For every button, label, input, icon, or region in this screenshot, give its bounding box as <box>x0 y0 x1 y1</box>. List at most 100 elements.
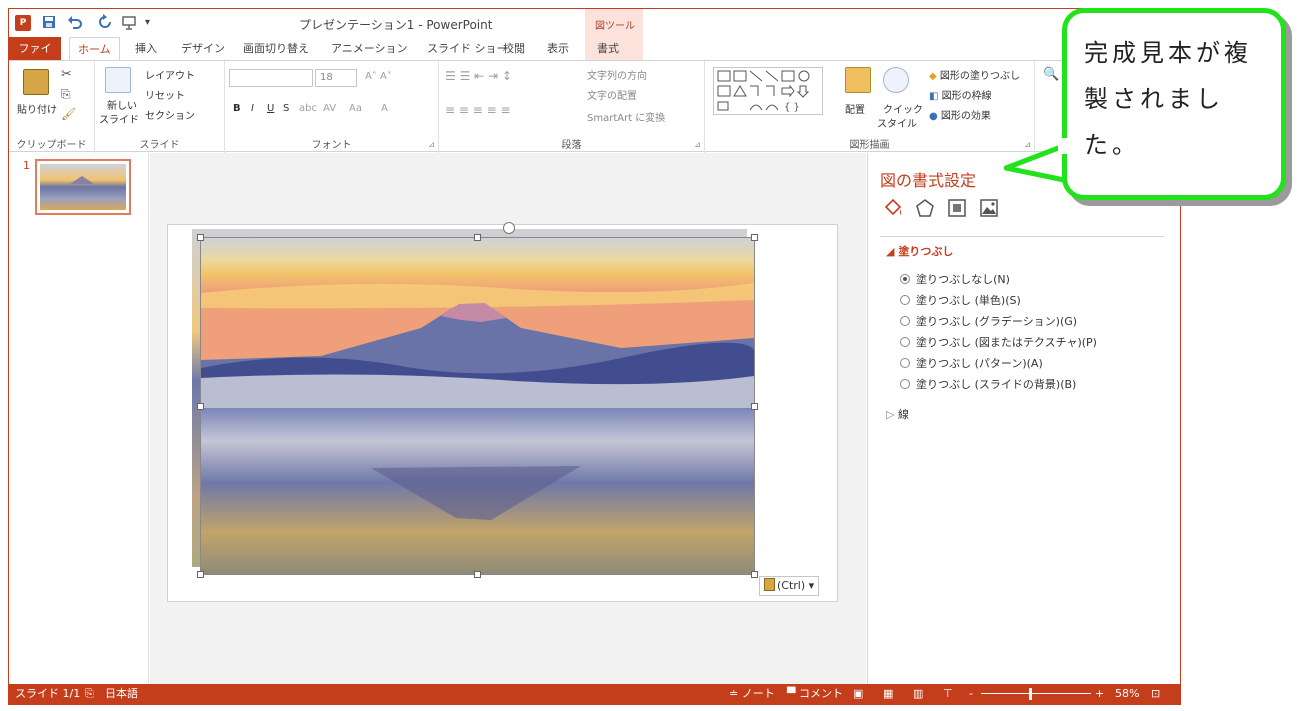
effects-tab-icon[interactable] <box>914 197 936 219</box>
rotate-handle-icon[interactable] <box>503 222 515 234</box>
fill-option-slide-background[interactable]: 塗りつぶし (スライドの背景)(B) <box>900 376 1076 392</box>
new-slide-label-1[interactable]: 新しい <box>107 97 137 112</box>
resize-handle-sw[interactable] <box>197 571 204 578</box>
paragraph-dialog-launcher-icon[interactable]: ⊿ <box>694 140 701 149</box>
zoom-slider[interactable] <box>981 693 1091 694</box>
fill-option-gradient[interactable]: 塗りつぶし (グラデーション)(G) <box>900 313 1077 329</box>
slide-count[interactable]: スライド 1/1 <box>15 684 80 704</box>
line-section-header[interactable]: ▷ 線 <box>886 406 909 422</box>
save-icon[interactable] <box>41 14 57 32</box>
size-properties-tab-icon[interactable] <box>946 197 968 219</box>
slide-sorter-icon[interactable]: ▦ <box>883 684 893 704</box>
shape-outline-button[interactable]: ◧ 図形の枠線 <box>929 87 992 102</box>
cut-icon[interactable]: ✂ <box>61 67 72 82</box>
fill-line-tab-icon[interactable] <box>882 197 904 219</box>
normal-view-icon[interactable]: ▣ <box>853 684 863 704</box>
grow-font-icon[interactable]: A˄ A˅ <box>365 71 392 82</box>
undo-icon[interactable] <box>67 14 83 32</box>
tab-review[interactable]: 校閲 <box>495 37 533 61</box>
tab-animations[interactable]: アニメーション <box>323 37 416 61</box>
quick-styles-label-2[interactable]: スタイル <box>877 115 917 130</box>
resize-handle-ne[interactable] <box>751 234 758 241</box>
underline-icon[interactable]: U <box>267 103 274 114</box>
drawing-group: { } 配置 クイック スタイル ◆ 図形の塗りつぶし ◧ 図形の枠線 ● 図形… <box>705 61 1035 153</box>
zoom-slider-thumb[interactable] <box>1029 688 1032 700</box>
section-button[interactable]: セクション <box>145 107 195 122</box>
shape-fill-button[interactable]: ◆ 図形の塗りつぶし <box>929 67 1020 82</box>
bullets-icon[interactable]: ☰ ☰ ⇤ ⇥ ↕ <box>445 69 512 83</box>
tab-file[interactable]: ファイル <box>9 37 61 79</box>
fill-option-solid[interactable]: 塗りつぶし (単色)(S) <box>900 292 1021 308</box>
font-color-icon[interactable]: A <box>381 103 388 114</box>
convert-smartart-button[interactable]: SmartArt に変換 <box>587 109 665 124</box>
fill-option-pattern[interactable]: 塗りつぶし (パターン)(A) <box>900 355 1043 371</box>
paste-button[interactable]: 貼り付け <box>17 101 57 116</box>
layout-button[interactable]: レイアウト <box>145 67 195 82</box>
fill-option-picture-texture[interactable]: 塗りつぶし (図またはテクスチャ)(P) <box>900 334 1097 350</box>
new-slide-label-2[interactable]: スライド <box>99 111 139 126</box>
format-painter-icon[interactable]: 🖌 <box>61 107 76 121</box>
reading-view-icon[interactable]: ▥ <box>913 684 923 704</box>
resize-handle-nw[interactable] <box>197 234 204 241</box>
radio <box>900 379 910 389</box>
slideshow-view-icon[interactable]: ⊤ <box>943 684 953 704</box>
shadow-icon[interactable]: S <box>283 103 289 114</box>
zoom-in-icon[interactable]: + <box>1095 684 1104 704</box>
italic-icon[interactable]: I <box>251 103 254 114</box>
font-size-combo[interactable]: 18 <box>315 69 357 87</box>
paste-options-button[interactable]: (Ctrl) ▾ <box>759 576 820 596</box>
slide-thumbnail[interactable] <box>35 159 131 215</box>
shapes-gallery[interactable]: { } <box>713 67 823 115</box>
font-name-combo[interactable] <box>229 69 313 87</box>
tab-insert[interactable]: 挿入 <box>127 37 165 61</box>
arrange-button[interactable]: 配置 <box>845 101 865 116</box>
language-indicator[interactable]: 日本語 <box>105 684 138 704</box>
align-icon[interactable]: ≡ ≡ ≡ ≡ ≡ <box>445 103 511 117</box>
start-slideshow-icon[interactable] <box>121 14 137 32</box>
shape-effects-button[interactable]: ● 図形の効果 <box>929 107 991 122</box>
fit-slide-icon[interactable]: ⊡ <box>1151 684 1160 704</box>
copy-icon[interactable]: ⎘ <box>61 87 71 102</box>
customize-qat-icon[interactable]: ▾ <box>145 14 150 32</box>
tab-view[interactable]: 表示 <box>539 37 577 61</box>
strikethrough-icon[interactable]: abc <box>299 103 317 114</box>
fill-option-none[interactable]: 塗りつぶしなし(N) <box>900 271 1010 287</box>
font-dialog-launcher-icon[interactable]: ⊿ <box>428 140 435 149</box>
callout-text: 完成見本が複製されました。 <box>1084 39 1252 159</box>
powerpoint-app-icon[interactable]: P <box>15 15 31 31</box>
quick-styles-icon[interactable] <box>883 67 909 93</box>
arrange-icon[interactable] <box>845 67 871 93</box>
slide-thumbnail-pane: 1 <box>9 153 149 685</box>
tab-home[interactable]: ホーム <box>69 37 120 61</box>
text-direction-button[interactable]: 文字列の方向 <box>587 67 647 82</box>
paste-icon[interactable] <box>23 69 49 95</box>
resize-handle-se[interactable] <box>751 571 758 578</box>
comments-button[interactable]: ▀ コメント <box>787 684 843 704</box>
zoom-out-icon[interactable]: - <box>969 684 973 704</box>
change-case-icon[interactable]: Aa <box>349 103 362 114</box>
quick-styles-label-1[interactable]: クイック <box>883 101 923 116</box>
tab-transitions[interactable]: 画面切り替え <box>235 37 317 61</box>
picture-tab-icon[interactable] <box>978 197 1000 219</box>
find-icon[interactable]: 🔍 <box>1043 67 1059 82</box>
resize-handle-n[interactable] <box>474 234 481 241</box>
tab-format[interactable]: 書式 <box>589 37 627 61</box>
tab-design[interactable]: デザイン <box>173 37 233 61</box>
bold-icon[interactable]: B <box>233 103 241 114</box>
zoom-level[interactable]: 58% <box>1115 684 1139 704</box>
char-spacing-icon[interactable]: AV <box>323 103 336 114</box>
fill-section-header[interactable]: ◢ 塗りつぶし <box>886 243 953 259</box>
reset-button[interactable]: リセット <box>145 87 185 102</box>
slide-canvas[interactable]: (Ctrl) ▾ <box>167 222 838 602</box>
redo-icon[interactable] <box>97 14 113 32</box>
resize-handle-w[interactable] <box>197 403 204 410</box>
align-text-button[interactable]: 文字の配置 <box>587 87 637 102</box>
notes-button[interactable]: ≐ ノート <box>729 684 775 704</box>
resize-handle-e[interactable] <box>751 403 758 410</box>
new-slide-icon[interactable] <box>105 67 131 93</box>
spellcheck-icon[interactable]: ⎘ <box>85 684 94 704</box>
slides-group: 新しい スライド レイアウト リセット セクション スライド <box>95 61 225 153</box>
resize-handle-s[interactable] <box>474 571 481 578</box>
radio <box>900 337 910 347</box>
duplicated-picture[interactable] <box>197 222 758 578</box>
